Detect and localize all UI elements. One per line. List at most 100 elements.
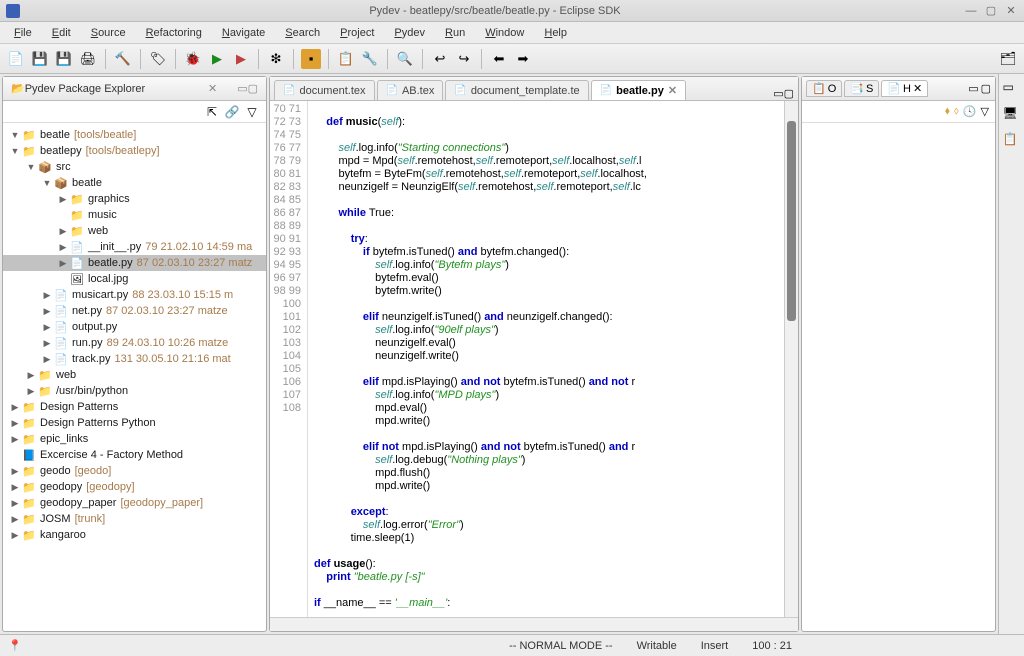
tree-item[interactable]: ▼📦src	[3, 159, 266, 175]
maximize-view-icon[interactable]: ▢	[248, 82, 258, 95]
new-icon[interactable]: 📄	[6, 49, 26, 69]
menu-run[interactable]: Run	[435, 24, 475, 42]
tree-item[interactable]: ▶📁kangaroo	[3, 527, 266, 543]
tree-arrow-icon[interactable]: ▶	[41, 306, 53, 317]
menu-source[interactable]: Source	[81, 24, 136, 42]
tree-item[interactable]: ▼📁beatle[tools/beatle]	[3, 127, 266, 143]
prev-annotation-icon[interactable]: ↩	[430, 49, 450, 69]
forward-icon[interactable]: ➡	[513, 49, 533, 69]
stop-icon[interactable]: ▪	[301, 49, 321, 69]
editor-body[interactable]: 70 71 72 73 74 75 76 77 78 79 80 81 82 8…	[270, 101, 798, 617]
run-icon[interactable]: ▶	[207, 49, 227, 69]
run-ext-icon[interactable]: ▶	[231, 49, 251, 69]
editor-tab[interactable]: 📄document_template.te	[445, 80, 588, 100]
tree-arrow-icon[interactable]: ▶	[9, 482, 21, 493]
link-editor-icon[interactable]: 🔗	[224, 104, 240, 120]
vertical-scrollbar[interactable]	[784, 101, 798, 617]
close-view-icon[interactable]: ✕	[208, 82, 217, 95]
tree-arrow-icon[interactable]: ▶	[9, 466, 21, 477]
hierarchy-icon[interactable]: ⬧	[945, 105, 950, 118]
tree-item[interactable]: ▶📁/usr/bin/python	[3, 383, 266, 399]
tree-item[interactable]: ▼📁beatlepy[tools/beatlepy]	[3, 143, 266, 159]
close-tab-icon[interactable]: ✕	[913, 82, 922, 95]
tree-arrow-icon[interactable]: ▶	[25, 386, 37, 397]
menu-refactoring[interactable]: Refactoring	[136, 24, 212, 42]
right-tab[interactable]: 📋O	[806, 80, 842, 97]
back-icon[interactable]: ⬅	[489, 49, 509, 69]
editor-tab[interactable]: 📄AB.tex	[377, 80, 444, 100]
minimize-view-icon[interactable]: ▭	[237, 82, 247, 95]
tree-item[interactable]: ▶📁JOSM[trunk]	[3, 511, 266, 527]
tree-arrow-icon[interactable]: ▼	[9, 130, 21, 140]
tree-item[interactable]: ▶📄musicart.py88 23.03.10 15:15 m	[3, 287, 266, 303]
minimize-editor-icon[interactable]: ▭	[773, 87, 783, 100]
right-tab[interactable]: 📑S	[844, 80, 879, 97]
history-icon[interactable]: 🕓	[963, 105, 977, 118]
tree-arrow-icon[interactable]: ▶	[57, 242, 69, 253]
editor-tab[interactable]: 📄document.tex	[274, 80, 375, 100]
tree-arrow-icon[interactable]: ▼	[25, 162, 37, 172]
filter-icon[interactable]: 🔧	[360, 49, 380, 69]
menu-file[interactable]: File	[4, 24, 42, 42]
tree-item[interactable]: ▶📄run.py89 24.03.10 10:26 matze	[3, 335, 266, 351]
right-view-menu-icon[interactable]: ▽	[981, 105, 989, 118]
save-all-icon[interactable]: 💾	[54, 49, 74, 69]
tree-item[interactable]: ▶📁epic_links	[3, 431, 266, 447]
view-menu-icon[interactable]: ▽	[244, 104, 260, 120]
tree-item[interactable]: ▶📁Design Patterns	[3, 399, 266, 415]
tree-arrow-icon[interactable]: ▶	[9, 514, 21, 525]
next-annotation-icon[interactable]: ↪	[454, 49, 474, 69]
tree-arrow-icon[interactable]: ▶	[57, 226, 69, 237]
close-tab-icon[interactable]: ✕	[668, 84, 677, 97]
new-class-icon[interactable]: ❇	[266, 49, 286, 69]
minimize-right-icon[interactable]: ▭	[968, 82, 978, 95]
tree-item[interactable]: 🖼local.jpg	[3, 271, 266, 287]
tree-item[interactable]: ▶📄beatle.py87 02.03.10 23:27 matz	[3, 255, 266, 271]
tree-arrow-icon[interactable]: ▶	[9, 498, 21, 509]
tree-arrow-icon[interactable]: ▶	[9, 418, 21, 429]
debug-icon[interactable]: 🐞	[183, 49, 203, 69]
tree-arrow-icon[interactable]: ▶	[41, 338, 53, 349]
tree-arrow-icon[interactable]: ▼	[9, 146, 21, 156]
tree-arrow-icon[interactable]: ▶	[9, 402, 21, 413]
supertype-icon[interactable]: ⬨	[954, 105, 959, 118]
minimize-button[interactable]: —	[964, 4, 978, 18]
tree-item[interactable]: ▶📁web	[3, 223, 266, 239]
close-button[interactable]: ✕	[1004, 4, 1018, 18]
tree-arrow-icon[interactable]: ▶	[57, 258, 69, 269]
tree-arrow-icon[interactable]: ▶	[41, 322, 53, 333]
maximize-right-icon[interactable]: ▢	[981, 82, 991, 95]
tree-item[interactable]: ▶📄__init__.py79 21.02.10 14:59 ma	[3, 239, 266, 255]
search-icon[interactable]: 🔍	[395, 49, 415, 69]
manage-icon[interactable]: 📋	[336, 49, 356, 69]
editor-tab[interactable]: 📄beatle.py✕	[591, 80, 686, 100]
tree-item[interactable]: 📁music	[3, 207, 266, 223]
tree-arrow-icon[interactable]: ▶	[41, 354, 53, 365]
tree-item[interactable]: ▶📁geodopy[geodopy]	[3, 479, 266, 495]
horizontal-scrollbar[interactable]	[270, 617, 798, 631]
tree-arrow-icon[interactable]: ▶	[9, 530, 21, 541]
tree-item[interactable]: ▶📁geodopy_paper[geodopy_paper]	[3, 495, 266, 511]
tree-item[interactable]: ▶📄output.py	[3, 319, 266, 335]
menu-navigate[interactable]: Navigate	[212, 24, 275, 42]
code-area[interactable]: def music(self): self.log.info("Starting…	[308, 101, 798, 617]
tree-arrow-icon[interactable]: ▶	[25, 370, 37, 381]
right-tab[interactable]: 📄H ✕	[881, 80, 928, 97]
perspective-icon[interactable]: 🗂	[998, 49, 1018, 69]
tag-icon[interactable]: 🏷	[148, 49, 168, 69]
save-icon[interactable]: 💾	[30, 49, 50, 69]
restore-icon[interactable]: ▭	[1003, 80, 1021, 98]
package-tree[interactable]: ▼📁beatle[tools/beatle]▼📁beatlepy[tools/b…	[3, 123, 266, 631]
tree-item[interactable]: 📘Excercise 4 - Factory Method	[3, 447, 266, 463]
tree-item[interactable]: ▶📄track.py131 30.05.10 21:16 mat	[3, 351, 266, 367]
maximize-editor-icon[interactable]: ▢	[784, 87, 794, 100]
menu-search[interactable]: Search	[275, 24, 330, 42]
tree-item[interactable]: ▶📁graphics	[3, 191, 266, 207]
tree-item[interactable]: ▶📁geodo[geodo]	[3, 463, 266, 479]
build-icon[interactable]: 🔨	[113, 49, 133, 69]
tree-arrow-icon[interactable]: ▶	[9, 434, 21, 445]
collapse-all-icon[interactable]: ⇱	[204, 104, 220, 120]
menu-pydev[interactable]: Pydev	[384, 24, 435, 42]
tree-arrow-icon[interactable]: ▶	[57, 194, 69, 205]
tree-item[interactable]: ▼📦beatle	[3, 175, 266, 191]
